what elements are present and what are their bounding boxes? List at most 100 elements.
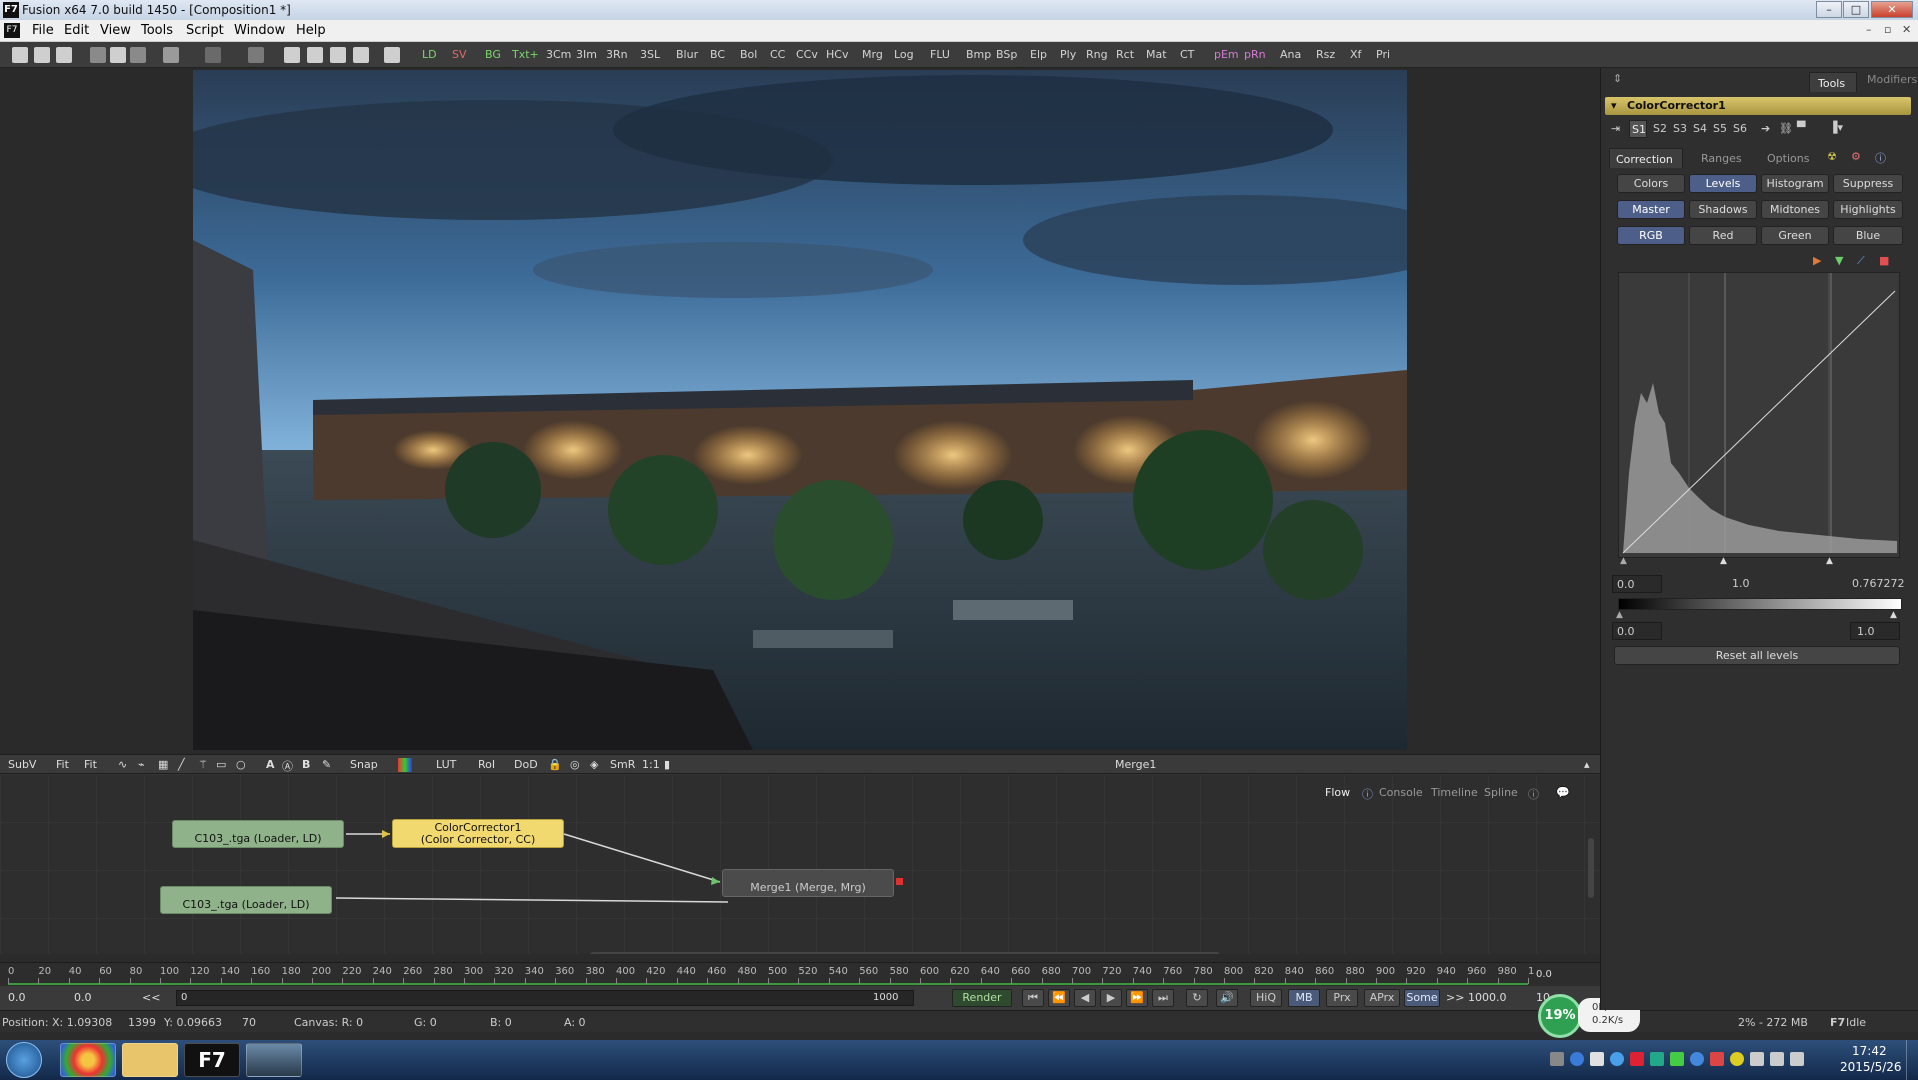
time-ruler[interactable]: 0.0 0 20 40 60 80 100 120 140 160 180 200 220 240 260…: [0, 962, 1600, 986]
input-low-field[interactable]: 0.0: [1612, 575, 1662, 593]
mdi-close-icon[interactable]: ✕: [1902, 23, 1911, 36]
close-button[interactable]: ✕: [1871, 1, 1913, 18]
render-button[interactable]: Render: [952, 989, 1012, 1007]
tab-ranges[interactable]: Ranges: [1701, 152, 1742, 165]
wand-icon[interactable]: ⚚: [198, 758, 208, 771]
view-mode-icon[interactable]: ▐▾: [1829, 121, 1843, 134]
menu-tools[interactable]: Tools: [141, 23, 173, 38]
layout-2-icon[interactable]: [307, 47, 323, 63]
paint-icon[interactable]: ✎: [322, 758, 331, 771]
channel-rgb-icon[interactable]: [398, 758, 412, 772]
auto-proxy-button[interactable]: APrx: [1364, 989, 1400, 1007]
some-button[interactable]: Some: [1404, 989, 1440, 1007]
levels-input-handles[interactable]: ▲ ▲ ▲: [1620, 556, 1900, 568]
tool-button-pem[interactable]: pEm: [1214, 48, 1239, 61]
plus-tray-icon[interactable]: [1730, 1052, 1744, 1066]
fusion-taskbar-icon[interactable]: F7: [184, 1043, 240, 1077]
snap-button[interactable]: Snap: [350, 758, 378, 771]
tool-button-flu[interactable]: FLU: [930, 48, 950, 61]
slot-s3[interactable]: S3: [1673, 122, 1687, 135]
help-tray-icon[interactable]: [1570, 1052, 1584, 1066]
tool-button-rsz[interactable]: Rsz: [1316, 48, 1335, 61]
lock-icon[interactable]: 🔒: [548, 758, 562, 771]
output-gradient-bar[interactable]: [1618, 598, 1902, 610]
layout-4-icon[interactable]: [353, 47, 369, 63]
open-file-icon[interactable]: [34, 47, 50, 63]
merge-node[interactable]: Merge1 (Merge, Mrg): [722, 869, 894, 897]
handle-low-icon[interactable]: ▲: [1620, 556, 1627, 566]
chrome-icon[interactable]: [60, 1043, 116, 1077]
slot-s4[interactable]: S4: [1693, 122, 1707, 135]
rectangle-icon[interactable]: ▭: [216, 758, 226, 771]
green-button[interactable]: Green: [1761, 226, 1829, 245]
tool-header[interactable]: ▾ ColorCorrector1: [1605, 97, 1911, 115]
play-icon[interactable]: ▶: [1100, 989, 1122, 1007]
flow-vscrollbar[interactable]: [1588, 838, 1594, 898]
magnet-icon[interactable]: ⌁: [138, 758, 145, 771]
handle-gamma-icon[interactable]: ▲: [1720, 556, 1727, 566]
suppress-button[interactable]: Suppress: [1833, 174, 1903, 193]
go-start-icon[interactable]: ⏮: [1022, 989, 1044, 1007]
tool-button-bmp[interactable]: Bmp: [966, 48, 991, 61]
roi-button[interactable]: RoI: [478, 758, 495, 771]
clock-time[interactable]: 17:42: [1852, 1044, 1887, 1058]
tool-button-prn[interactable]: pRn: [1244, 48, 1266, 61]
dod-button[interactable]: DoD: [514, 758, 538, 771]
new-file-icon[interactable]: [12, 47, 28, 63]
bin-icon[interactable]: [384, 47, 400, 63]
red-button[interactable]: Red: [1689, 226, 1757, 245]
menu-window[interactable]: Window: [234, 23, 285, 38]
settings-gear-icon[interactable]: ⚙: [1851, 150, 1861, 163]
tool-button-ply[interactable]: Ply: [1060, 48, 1076, 61]
keyboard-tray-icon[interactable]: [1550, 1052, 1564, 1066]
output-high-handle-icon[interactable]: ▲: [1890, 610, 1897, 620]
tab-correction[interactable]: Correction: [1609, 148, 1683, 168]
panel-info-icon[interactable]: ⓘ: [1875, 150, 1886, 166]
layout-1-icon[interactable]: [284, 47, 300, 63]
image-viewer-icon[interactable]: [246, 1043, 302, 1077]
fit-button-1[interactable]: Fit: [56, 758, 69, 771]
flag-tray-icon[interactable]: [1710, 1052, 1724, 1066]
audio-icon[interactable]: 🔊: [1216, 989, 1238, 1007]
proxy-button[interactable]: Prx: [1326, 989, 1358, 1007]
mdi-minimize-icon[interactable]: –: [1866, 23, 1872, 36]
maximize-button[interactable]: □: [1843, 1, 1869, 18]
tool-button-pri[interactable]: Pri: [1376, 48, 1390, 61]
pen-tray-icon[interactable]: [1590, 1052, 1604, 1066]
menu-edit[interactable]: Edit: [64, 23, 89, 38]
save-icon[interactable]: [56, 47, 72, 63]
checker-display-icon[interactable]: ◈: [590, 758, 598, 771]
histogram-reset-icon[interactable]: ■: [1879, 254, 1889, 267]
tab-options[interactable]: Options: [1767, 152, 1809, 165]
shield-tray-icon[interactable]: [1650, 1052, 1664, 1066]
master-button[interactable]: Master: [1617, 200, 1685, 219]
undo-icon[interactable]: [163, 47, 179, 63]
curve-icon[interactable]: ∿: [118, 758, 127, 771]
histogram-button[interactable]: Histogram: [1761, 174, 1829, 193]
play-reverse-icon[interactable]: ◀: [1074, 989, 1096, 1007]
layout-3-icon[interactable]: [330, 47, 346, 63]
circle-icon[interactable]: ○: [236, 758, 246, 771]
tool-button-bol[interactable]: Bol: [740, 48, 757, 61]
text-a-icon[interactable]: A: [266, 758, 275, 771]
battery-tray-icon[interactable]: [1770, 1052, 1784, 1066]
gamma-value[interactable]: 1.0: [1732, 577, 1750, 590]
clock-date[interactable]: 2015/5/26: [1840, 1060, 1902, 1074]
output-high-field[interactable]: 1.0: [1850, 622, 1900, 640]
menu-view[interactable]: View: [100, 23, 131, 38]
checker-icon[interactable]: ▦: [158, 758, 168, 771]
blue-button[interactable]: Blue: [1833, 226, 1903, 245]
input-high-value[interactable]: 0.767272: [1852, 577, 1905, 590]
levels-histogram[interactable]: [1618, 272, 1900, 558]
tool-button-ld[interactable]: LD: [422, 48, 437, 61]
tool-button-txt[interactable]: Txt+: [512, 48, 539, 61]
flow-hscrollbar[interactable]: [590, 952, 1220, 954]
go-end-icon[interactable]: ⏭: [1152, 989, 1174, 1007]
tool-button-rng[interactable]: Rng: [1086, 48, 1108, 61]
monitor-tray-icon[interactable]: [1750, 1052, 1764, 1066]
viewer-image[interactable]: [193, 70, 1407, 750]
menu-file[interactable]: File: [32, 23, 54, 38]
handle-high-icon[interactable]: ▲: [1826, 556, 1833, 566]
show-controls-icon[interactable]: ◎: [570, 758, 580, 771]
render-end-field[interactable]: 1000.0: [1468, 991, 1507, 1004]
